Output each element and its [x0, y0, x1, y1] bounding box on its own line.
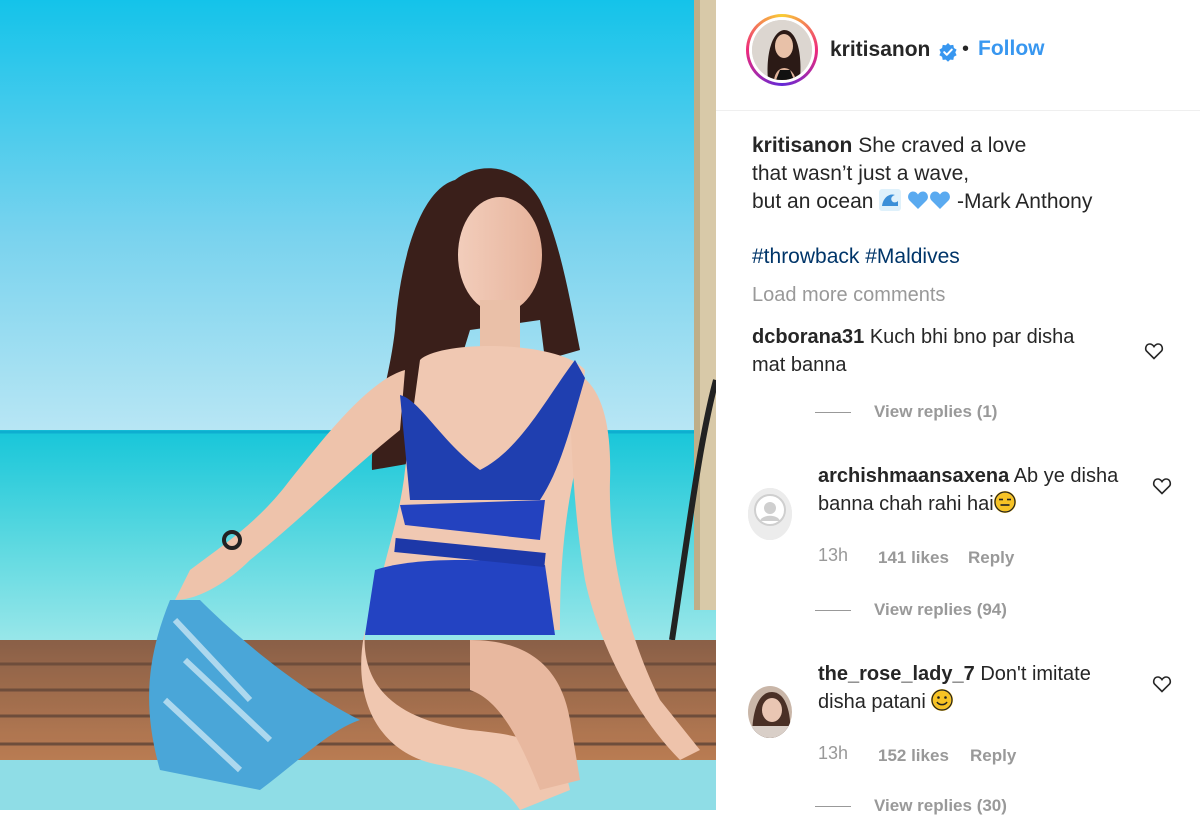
comment-username[interactable]: dcborana31 [752, 326, 864, 348]
post-details-panel: kritisanon • Follow kritisanon She crave… [716, 0, 1200, 815]
comment-username[interactable]: archishmaansaxena [818, 465, 1009, 487]
profile-avatar[interactable] [746, 14, 818, 86]
post-photo[interactable] [0, 0, 716, 810]
comment-text-line-1: Don't imitate [980, 663, 1091, 685]
comment-text-line-1: Kuch bhi bno par disha [869, 326, 1075, 348]
like-heart-icon[interactable] [1144, 341, 1164, 361]
like-heart-icon[interactable] [1152, 476, 1172, 496]
caption-line-2: that wasn’t just a wave, [752, 162, 970, 185]
separator-dot: • [962, 38, 970, 60]
comment-likes-wrap: 141 likes [878, 547, 949, 568]
comment-item: the_rose_lady_7 Don't imitate disha pata… [818, 660, 1138, 716]
post-caption: kritisanon She craved a love that wasn’t… [752, 132, 1162, 216]
comment-text-line-1: Ab ye disha [1013, 465, 1119, 487]
caption-username[interactable]: kritisanon [752, 134, 852, 157]
hashtags: #throwback #Maldives [752, 245, 960, 269]
reply-button[interactable]: Reply [970, 746, 1016, 765]
caption-line-1: She craved a love [858, 134, 1027, 157]
comment-reply-wrap: Reply [970, 745, 1016, 766]
reply-button[interactable]: Reply [968, 548, 1014, 567]
comment-time: 13h [818, 743, 849, 763]
comment-reply-wrap: Reply [968, 547, 1014, 568]
follow-button[interactable]: Follow [978, 37, 1045, 61]
comment-text-line-2: mat banna [752, 354, 847, 376]
comment-avatar[interactable] [748, 686, 792, 738]
wave-emoji-icon [879, 189, 902, 211]
caption-line-3a: but an ocean [752, 190, 874, 213]
comment-avatar[interactable] [748, 488, 792, 540]
post-header: kritisanon • Follow [716, 0, 1200, 111]
post-username[interactable]: kritisanon [830, 38, 930, 62]
comment-text-line-2: disha patani [818, 691, 926, 713]
comment-username[interactable]: the_rose_lady_7 [818, 663, 975, 685]
hashtag-throwback[interactable]: #throwback [752, 245, 859, 268]
comment-time: 13h [818, 545, 849, 565]
hashtag-maldives[interactable]: #Maldives [865, 245, 960, 268]
view-replies-button[interactable]: View replies (1) [874, 402, 997, 422]
comment-item: dcborana31 Kuch bhi bno par disha mat ba… [752, 323, 1132, 379]
comment-meta: 13h [818, 545, 848, 566]
comment-text-line-2: banna chah rahi hai [818, 493, 994, 515]
load-more-comments-button[interactable]: Load more comments [752, 284, 945, 307]
blue-heart-icon [930, 191, 951, 209]
expressionless-emoji-icon [993, 491, 1016, 513]
comment-likes-wrap: 152 likes [878, 745, 949, 766]
verified-badge-icon [939, 43, 957, 62]
blue-heart-icon [908, 191, 929, 209]
comment-likes[interactable]: 141 likes [878, 548, 949, 567]
like-heart-icon[interactable] [1152, 674, 1172, 694]
replies-divider [815, 806, 851, 807]
comment-item: archishmaansaxena Ab ye disha banna chah… [818, 462, 1138, 518]
replies-divider [815, 610, 851, 611]
caption-line-3b: -Mark Anthony [956, 190, 1093, 213]
replies-divider [815, 412, 851, 413]
comment-likes[interactable]: 152 likes [878, 746, 949, 765]
smiling-emoji-icon [931, 689, 954, 711]
comment-meta: 13h [818, 743, 848, 764]
view-replies-button[interactable]: View replies (30) [874, 796, 1007, 816]
view-replies-button[interactable]: View replies (94) [874, 600, 1007, 620]
